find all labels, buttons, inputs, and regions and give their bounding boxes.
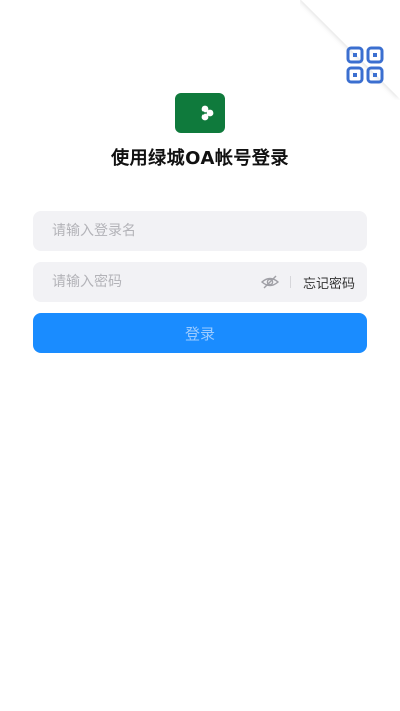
qr-code-icon[interactable] (344, 44, 388, 88)
login-page: 使用绿城OA帐号登录 忘记密码 登录 (0, 0, 400, 711)
app-logo (175, 93, 225, 133)
forgot-password-link[interactable]: 忘记密码 (303, 273, 355, 292)
field-divider (289, 276, 291, 288)
clover-moon-logo (187, 102, 214, 124)
eye-off-icon[interactable] (260, 272, 280, 292)
login-button[interactable]: 登录 (33, 313, 367, 353)
password-field-container: 忘记密码 (33, 262, 367, 302)
password-input[interactable] (52, 262, 260, 302)
username-field-container (33, 211, 367, 251)
page-title: 使用绿城OA帐号登录 (111, 148, 289, 169)
qr-login-corner[interactable] (300, 0, 400, 100)
username-input[interactable] (52, 211, 355, 251)
